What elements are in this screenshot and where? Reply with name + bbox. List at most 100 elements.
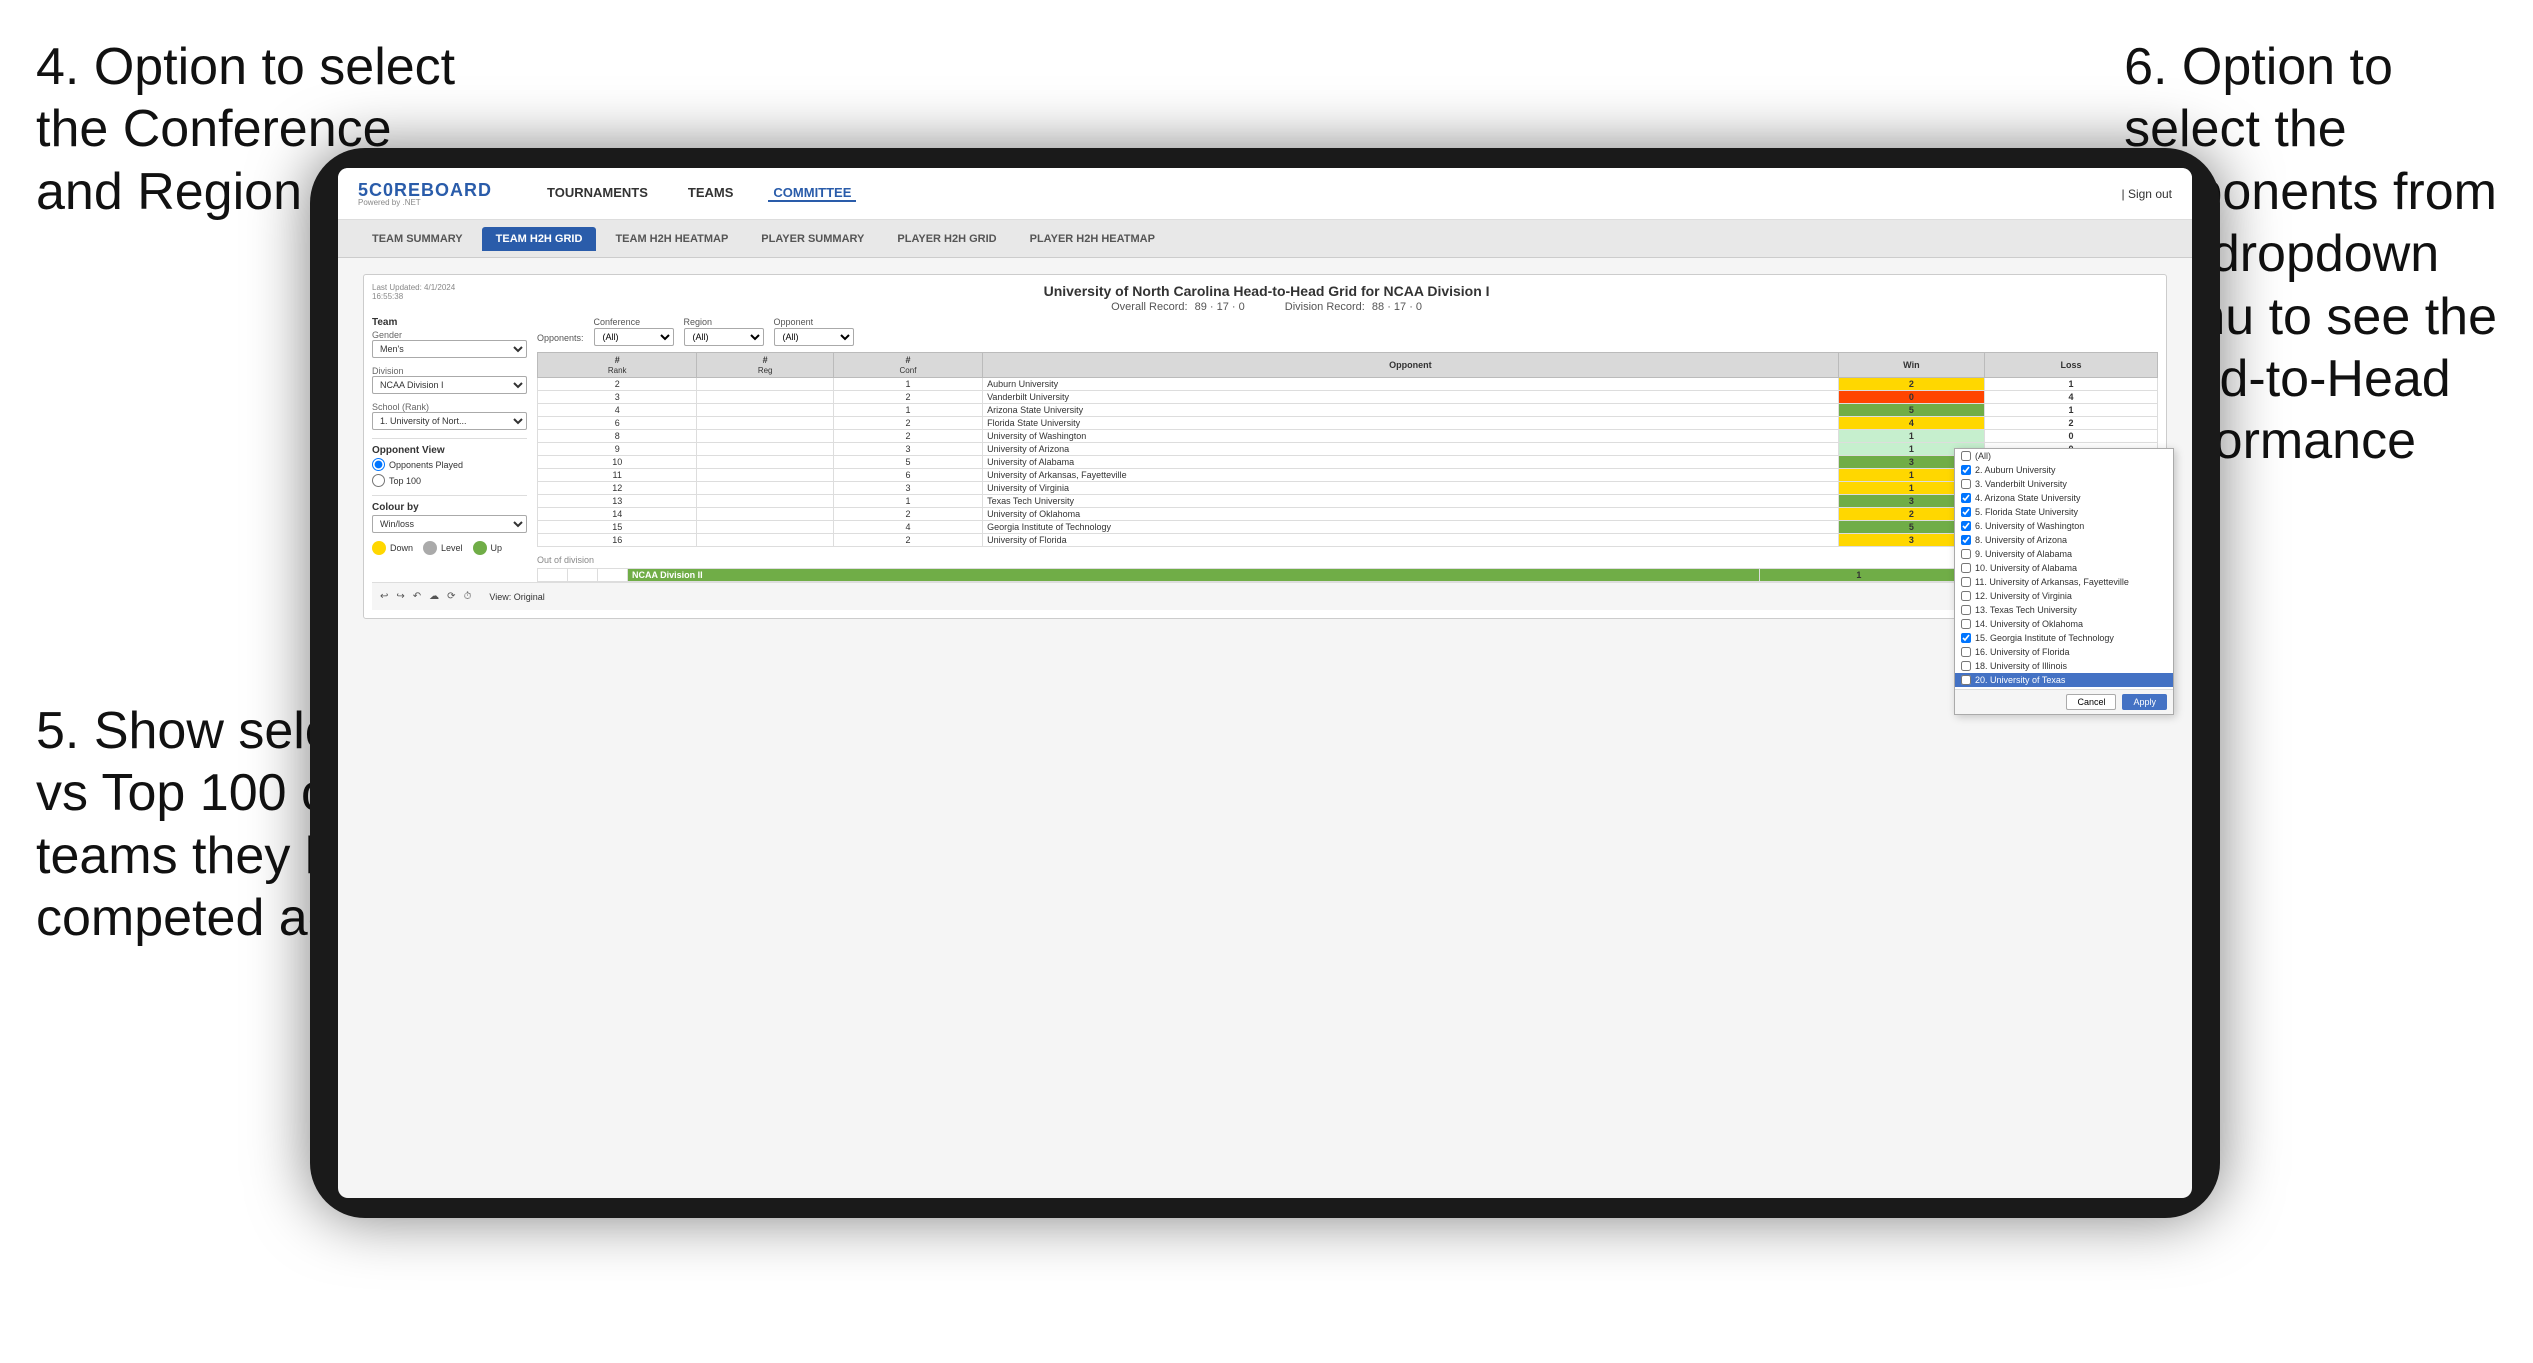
- dropdown-checkbox[interactable]: [1961, 661, 1971, 671]
- cell-reg: [697, 456, 833, 469]
- apply-button[interactable]: Apply: [2122, 694, 2167, 710]
- cell-loss: 1: [1985, 378, 2158, 391]
- cell-rank: 15: [538, 521, 697, 534]
- cell-rank: 9: [538, 443, 697, 456]
- cell-reg: [697, 534, 833, 547]
- opponent-view-label: Opponent View: [372, 445, 527, 456]
- divider-1: [372, 438, 527, 439]
- dropdown-checkbox[interactable]: [1961, 619, 1971, 629]
- radio-top100[interactable]: Top 100: [372, 474, 527, 487]
- cell-reg: [697, 482, 833, 495]
- dropdown-item[interactable]: 15. Georgia Institute of Technology: [1955, 631, 2173, 645]
- dropdown-item[interactable]: 18. University of Illinois: [1955, 659, 2173, 673]
- dropdown-checkbox[interactable]: [1961, 647, 1971, 657]
- cell-reg: [697, 495, 833, 508]
- filter-region: Region (All): [684, 317, 764, 346]
- toolbar-forward[interactable]: ☁: [429, 591, 439, 602]
- tab-player-h2h-grid[interactable]: PLAYER H2H GRID: [883, 227, 1010, 251]
- tab-team-h2h-heatmap[interactable]: TEAM H2H HEATMAP: [601, 227, 742, 251]
- dropdown-item[interactable]: 16. University of Florida: [1955, 645, 2173, 659]
- dropdown-item[interactable]: 14. University of Oklahoma: [1955, 617, 2173, 631]
- cell-opponent: University of Arkansas, Fayetteville: [983, 469, 1839, 482]
- gender-section: Gender Men's: [372, 330, 527, 358]
- nav-committee[interactable]: COMMITTEE: [768, 185, 856, 202]
- dropdown-checkbox[interactable]: [1961, 479, 1971, 489]
- dropdown-checkbox[interactable]: [1961, 451, 1971, 461]
- cancel-button[interactable]: Cancel: [2066, 694, 2116, 710]
- dropdown-item[interactable]: (All): [1955, 449, 2173, 463]
- dropdown-checkbox[interactable]: [1961, 507, 1971, 517]
- cell-reg: [697, 521, 833, 534]
- dropdown-checkbox[interactable]: [1961, 605, 1971, 615]
- dropdown-checkbox[interactable]: [1961, 675, 1971, 685]
- toolbar-clock[interactable]: ⏱: [464, 591, 472, 602]
- nav-sign-out[interactable]: | Sign out: [2122, 187, 2172, 201]
- division-select[interactable]: NCAA Division I: [372, 376, 527, 394]
- dropdown-item[interactable]: 6. University of Washington: [1955, 519, 2173, 533]
- radio-opponents-played[interactable]: Opponents Played: [372, 458, 527, 471]
- opponent-select[interactable]: (All): [774, 328, 854, 346]
- colour-by-select[interactable]: Win/loss: [372, 515, 527, 533]
- filters-row: Opponents: Conference (All) Region: [537, 317, 2158, 346]
- dropdown-item[interactable]: 13. Texas Tech University: [1955, 603, 2173, 617]
- toolbar-back[interactable]: ↶: [413, 591, 421, 602]
- dropdown-checkbox[interactable]: [1961, 549, 1971, 559]
- colour-by-label: Colour by: [372, 502, 527, 513]
- conference-filter-label: Conference: [594, 317, 674, 327]
- gender-select[interactable]: Men's: [372, 340, 527, 358]
- school-select[interactable]: 1. University of Nort...: [372, 412, 527, 430]
- main-area: Last Updated: 4/1/2024 16:55:38 Universi…: [338, 258, 2192, 635]
- dropdown-item[interactable]: 5. Florida State University: [1955, 505, 2173, 519]
- toolbar-refresh[interactable]: ⟳: [447, 591, 455, 602]
- table-row: 2 1 Auburn University 2 1: [538, 378, 2158, 391]
- toolbar-undo[interactable]: ↩: [380, 591, 388, 602]
- dropdown-item[interactable]: 2. Auburn University: [1955, 463, 2173, 477]
- conference-select[interactable]: (All): [594, 328, 674, 346]
- table-row: 9 3 University of Arizona 1 0: [538, 443, 2158, 456]
- table-row: 13 1 Texas Tech University 3 0: [538, 495, 2158, 508]
- main-content: Last Updated: 4/1/2024 16:55:38 Universi…: [363, 274, 2167, 619]
- tab-team-h2h-grid[interactable]: TEAM H2H GRID: [482, 227, 597, 251]
- cell-rank: 4: [538, 404, 697, 417]
- dropdown-item[interactable]: 3. Vanderbilt University: [1955, 477, 2173, 491]
- tablet-shell: 5C0REBOARD Powered by .NET TOURNAMENTS T…: [310, 148, 2220, 1218]
- tab-team-summary[interactable]: TEAM SUMMARY: [358, 227, 477, 251]
- nav-tournaments[interactable]: TOURNAMENTS: [542, 185, 653, 202]
- dropdown-item[interactable]: 12. University of Virginia: [1955, 589, 2173, 603]
- dropdown-item[interactable]: 11. University of Arkansas, Fayetteville: [1955, 575, 2173, 589]
- dropdown-checkbox[interactable]: [1961, 493, 1971, 503]
- dropdown-checkbox[interactable]: [1961, 591, 1971, 601]
- radio-opponents-input[interactable]: [372, 458, 385, 471]
- legend-row: Down Level Up: [372, 541, 527, 555]
- dropdown-checkbox[interactable]: [1961, 465, 1971, 475]
- dropdown-item[interactable]: 10. University of Alabama: [1955, 561, 2173, 575]
- dropdown-checkbox[interactable]: [1961, 633, 1971, 643]
- out-div-win: 1: [1759, 569, 1958, 582]
- cell-opponent: Georgia Institute of Technology: [983, 521, 1839, 534]
- content-layout: Team Gender Men's Division: [372, 317, 2158, 582]
- tab-player-summary[interactable]: PLAYER SUMMARY: [747, 227, 878, 251]
- radio-top100-input[interactable]: [372, 474, 385, 487]
- tab-player-h2h-heatmap[interactable]: PLAYER H2H HEATMAP: [1016, 227, 1169, 251]
- nav-teams[interactable]: TEAMS: [683, 185, 739, 202]
- dropdown-checkbox[interactable]: [1961, 535, 1971, 545]
- dropdown-item[interactable]: 9. University of Alabama: [1955, 547, 2173, 561]
- dropdown-item[interactable]: 4. Arizona State University: [1955, 491, 2173, 505]
- dropdown-item[interactable]: 20. University of Texas: [1955, 673, 2173, 687]
- cell-opponent: Vanderbilt University: [983, 391, 1839, 404]
- dropdown-item[interactable]: 8. University of Arizona: [1955, 533, 2173, 547]
- dropdown-item-label: 14. University of Oklahoma: [1975, 619, 2083, 629]
- dropdown-checkbox[interactable]: [1961, 521, 1971, 531]
- dropdown-checkbox[interactable]: [1961, 577, 1971, 587]
- dropdown-item-label: 16. University of Florida: [1975, 647, 2070, 657]
- grid-area: Opponents: Conference (All) Region: [537, 317, 2158, 582]
- cell-opponent: University of Florida: [983, 534, 1839, 547]
- region-select[interactable]: (All): [684, 328, 764, 346]
- toolbar-redo[interactable]: ↪: [396, 591, 404, 602]
- out-div-empty2: [568, 569, 598, 582]
- cell-rank: 13: [538, 495, 697, 508]
- opponent-dropdown[interactable]: (All)2. Auburn University3. Vanderbilt U…: [1954, 448, 2174, 715]
- dropdown-checkbox[interactable]: [1961, 563, 1971, 573]
- radio-group: Opponents Played Top 100: [372, 458, 527, 487]
- cell-reg: [697, 391, 833, 404]
